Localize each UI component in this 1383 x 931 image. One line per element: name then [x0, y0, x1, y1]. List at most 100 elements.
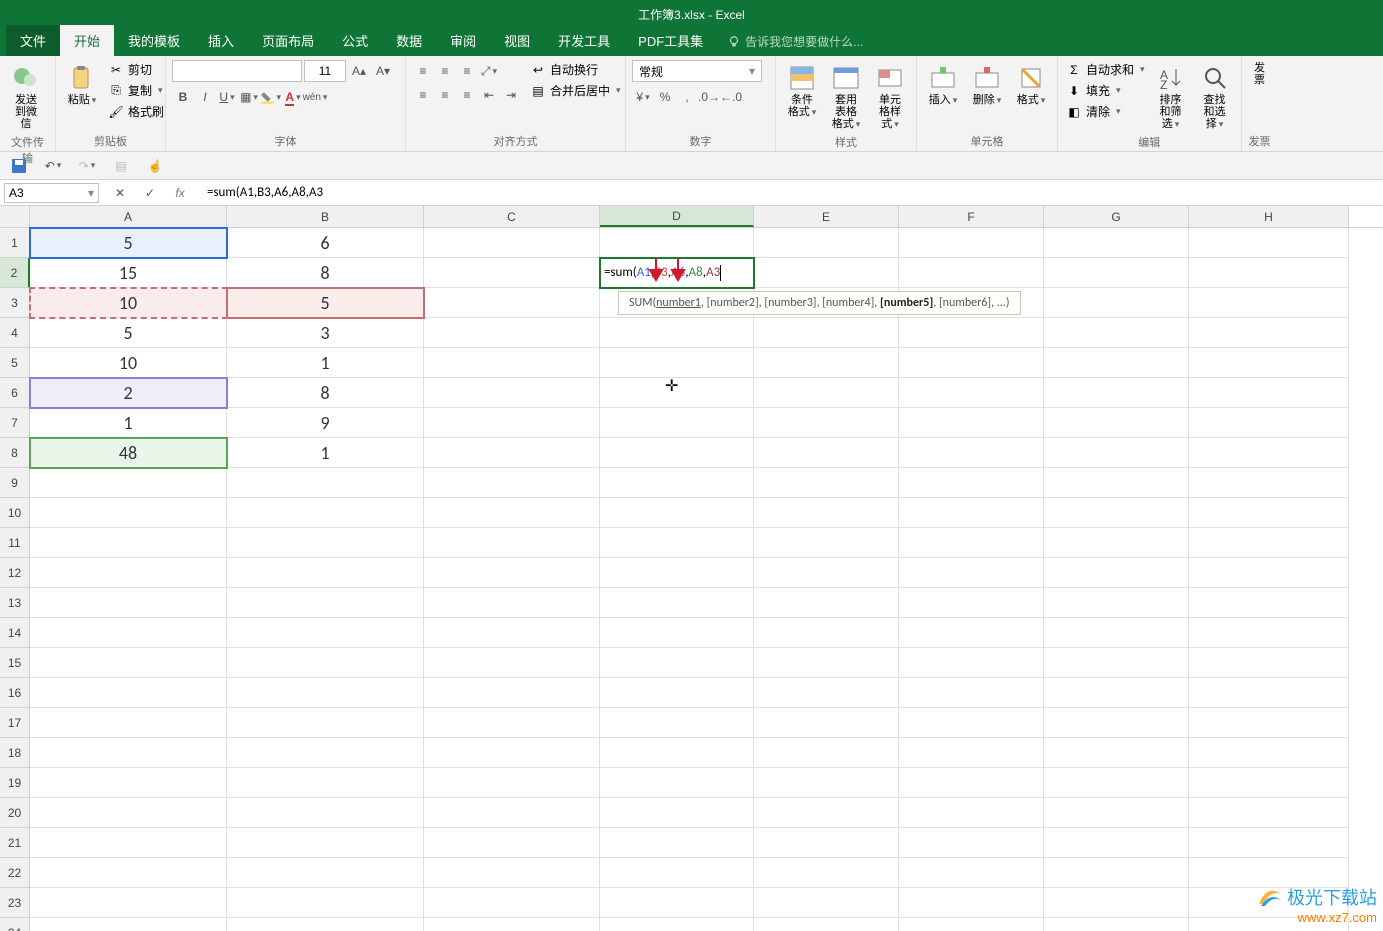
copy-button[interactable]: ⎘ 复制	[106, 81, 166, 100]
increase-font-icon[interactable]: A▴	[348, 60, 370, 82]
cell-E23[interactable]	[754, 888, 899, 918]
cell-A19[interactable]	[30, 768, 227, 798]
cell-G15[interactable]	[1044, 648, 1189, 678]
cell-C8[interactable]	[424, 438, 600, 468]
cell-styles-button[interactable]: 单元格样式	[870, 60, 910, 132]
cell-E17[interactable]	[754, 708, 899, 738]
align-bottom-icon[interactable]: ≡	[456, 60, 478, 82]
cell-A14[interactable]	[30, 618, 227, 648]
cell-D24[interactable]	[600, 918, 754, 931]
cell-B11[interactable]	[227, 528, 424, 558]
cell-G13[interactable]	[1044, 588, 1189, 618]
cell-E12[interactable]	[754, 558, 899, 588]
cell-D7[interactable]	[600, 408, 754, 438]
insert-function-button[interactable]: fx	[169, 182, 191, 204]
cell-D15[interactable]	[600, 648, 754, 678]
cell-A24[interactable]	[30, 918, 227, 931]
cell-C21[interactable]	[424, 828, 600, 858]
cell-B15[interactable]	[227, 648, 424, 678]
cell-B12[interactable]	[227, 558, 424, 588]
cell-E22[interactable]	[754, 858, 899, 888]
cell-B13[interactable]	[227, 588, 424, 618]
cancel-formula-button[interactable]: ✕	[109, 182, 131, 204]
cell-H16[interactable]	[1189, 678, 1349, 708]
cell-A9[interactable]	[30, 468, 227, 498]
paste-button[interactable]: 粘贴	[62, 60, 102, 108]
tab-page-layout[interactable]: 页面布局	[248, 25, 328, 56]
tab-my-templates[interactable]: 我的模板	[114, 25, 194, 56]
cell-H12[interactable]	[1189, 558, 1349, 588]
cell-D8[interactable]	[600, 438, 754, 468]
row-header[interactable]: 24	[0, 918, 30, 931]
font-size-select[interactable]	[304, 60, 346, 82]
cell-D14[interactable]	[600, 618, 754, 648]
cell-B14[interactable]	[227, 618, 424, 648]
cell-D5[interactable]	[600, 348, 754, 378]
comma-button[interactable]: ,	[676, 86, 698, 108]
cell-F1[interactable]	[899, 228, 1044, 258]
cell-A18[interactable]	[30, 738, 227, 768]
cell-A23[interactable]	[30, 888, 227, 918]
align-top-icon[interactable]: ≡	[412, 60, 434, 82]
cell-G5[interactable]	[1044, 348, 1189, 378]
cell-H23[interactable]	[1189, 888, 1349, 918]
cell-D13[interactable]	[600, 588, 754, 618]
cell-H21[interactable]	[1189, 828, 1349, 858]
cell-H20[interactable]	[1189, 798, 1349, 828]
cell-A8[interactable]: 48	[30, 438, 227, 468]
format-painter-button[interactable]: 🖌 格式刷	[106, 102, 166, 121]
cell-D2[interactable]: =sum(A1,B3,A6,A8,A3SUM(number1, [number2…	[600, 258, 754, 288]
cell-A15[interactable]	[30, 648, 227, 678]
cell-F16[interactable]	[899, 678, 1044, 708]
cell-H1[interactable]	[1189, 228, 1349, 258]
cell-G24[interactable]	[1044, 918, 1189, 931]
undo-button[interactable]: ↶	[42, 155, 64, 177]
cell-E13[interactable]	[754, 588, 899, 618]
cell-E19[interactable]	[754, 768, 899, 798]
cell-D4[interactable]	[600, 318, 754, 348]
cell-B4[interactable]: 3	[227, 318, 424, 348]
col-header-G[interactable]: G	[1044, 206, 1189, 227]
cell-B23[interactable]	[227, 888, 424, 918]
tab-file[interactable]: 文件	[6, 25, 60, 56]
cell-F6[interactable]	[899, 378, 1044, 408]
cell-B6[interactable]: 8	[227, 378, 424, 408]
find-select-button[interactable]: 查找和选择	[1195, 60, 1235, 132]
cell-F13[interactable]	[899, 588, 1044, 618]
increase-decimal-icon[interactable]: .0→	[698, 86, 720, 108]
cell-H4[interactable]	[1189, 318, 1349, 348]
bold-button[interactable]: B	[172, 86, 194, 108]
decrease-font-icon[interactable]: A▾	[372, 60, 394, 82]
cell-D20[interactable]	[600, 798, 754, 828]
cell-H2[interactable]	[1189, 258, 1349, 288]
conditional-format-button[interactable]: 条件格式	[782, 60, 822, 120]
cell-C13[interactable]	[424, 588, 600, 618]
autosum-button[interactable]: Σ 自动求和	[1064, 60, 1147, 79]
decrease-decimal-icon[interactable]: ←.0	[720, 86, 742, 108]
cell-F17[interactable]	[899, 708, 1044, 738]
cell-C18[interactable]	[424, 738, 600, 768]
cell-A20[interactable]	[30, 798, 227, 828]
cell-B7[interactable]: 9	[227, 408, 424, 438]
cell-C23[interactable]	[424, 888, 600, 918]
row-header[interactable]: 2	[0, 258, 30, 288]
tab-pdf[interactable]: PDF工具集	[624, 25, 717, 56]
tab-review[interactable]: 审阅	[436, 25, 490, 56]
row-header[interactable]: 21	[0, 828, 30, 858]
cell-C11[interactable]	[424, 528, 600, 558]
format-cells-button[interactable]: 格式	[1011, 60, 1051, 108]
row-header[interactable]: 14	[0, 618, 30, 648]
fill-button[interactable]: ⬇ 填充	[1064, 81, 1147, 100]
font-color-button[interactable]: A	[282, 86, 304, 108]
cell-C3[interactable]	[424, 288, 600, 318]
cell-F7[interactable]	[899, 408, 1044, 438]
cell-H9[interactable]	[1189, 468, 1349, 498]
cell-H10[interactable]	[1189, 498, 1349, 528]
cell-G22[interactable]	[1044, 858, 1189, 888]
cell-E21[interactable]	[754, 828, 899, 858]
row-header[interactable]: 1	[0, 228, 30, 258]
col-header-B[interactable]: B	[227, 206, 424, 227]
cell-H6[interactable]	[1189, 378, 1349, 408]
font-name-select[interactable]	[172, 60, 302, 82]
cell-G16[interactable]	[1044, 678, 1189, 708]
